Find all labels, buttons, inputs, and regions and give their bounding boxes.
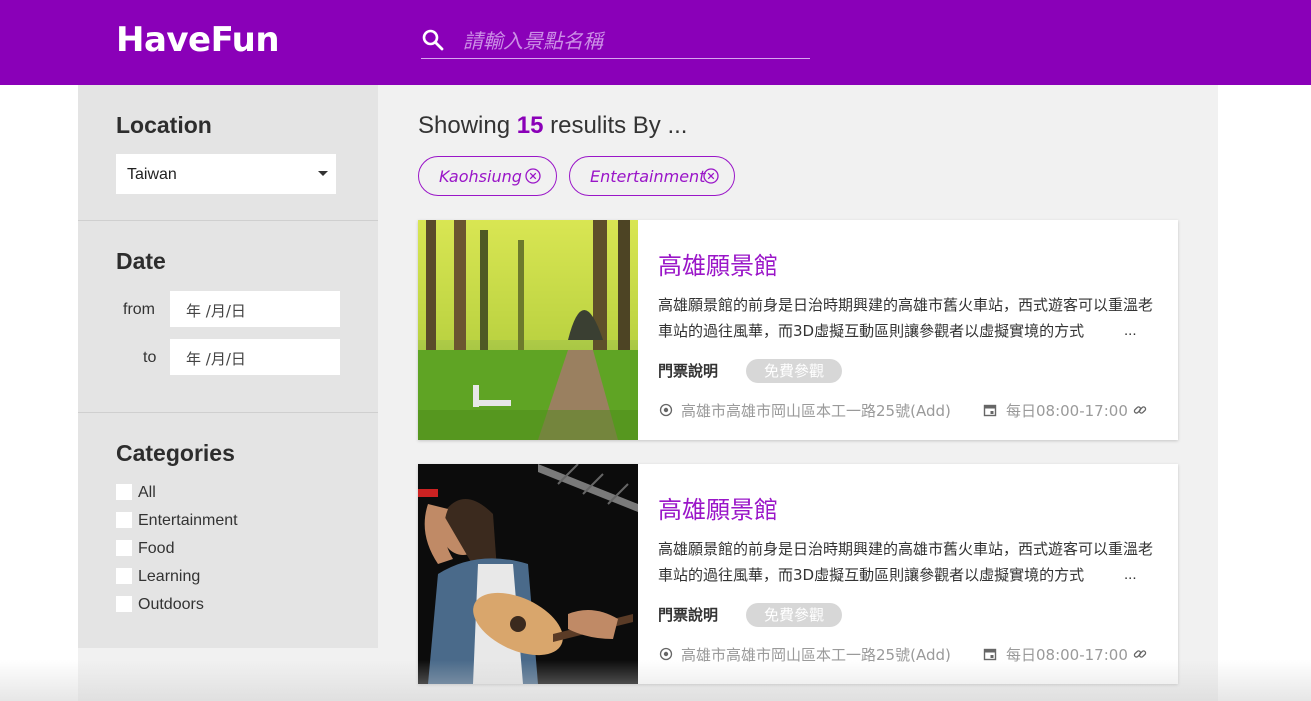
search-input[interactable] (461, 26, 805, 56)
checkbox[interactable] (116, 596, 132, 612)
location-pin-icon (659, 647, 673, 661)
card-description-ellipsis: ... (1120, 562, 1137, 588)
date-to-input[interactable]: 年 /月/日 (170, 339, 340, 375)
location-select-value: Taiwan (127, 166, 177, 183)
card-hours: 每日08:00-17:00 (1006, 646, 1128, 664)
checkbox[interactable] (116, 484, 132, 500)
card-description: 高雄願景館的前身是日治時期興建的高雄市舊火車站，西式遊客可以重溫老車站的過往風華… (658, 540, 1154, 584)
ticket-label: 門票說明 (658, 606, 719, 624)
forest-park-photo (418, 220, 638, 440)
category-label: All (138, 484, 156, 501)
filter-sidebar: Location Taiwan Date from 年 /月/日 to 年 /月… (78, 85, 378, 648)
results-summary: Showing 15 resulits By ... (418, 112, 687, 140)
logo[interactable]: HaveFun (116, 20, 280, 60)
date-to-label: to (143, 349, 157, 366)
search-bar[interactable] (421, 24, 810, 59)
search-icon[interactable] (421, 28, 445, 52)
ticket-badge: 免費參觀 (746, 359, 842, 383)
date-section: Date from 年 /月/日 to 年 /月/日 (78, 221, 378, 412)
ticket-label: 門票說明 (658, 362, 719, 380)
date-title: Date (116, 248, 166, 274)
filter-chip-kaohsiung[interactable]: Kaohsiung (418, 156, 557, 196)
categories-title: Categories (116, 440, 235, 466)
card-image[interactable] (418, 464, 638, 684)
card-title[interactable]: 高雄願景館 (658, 490, 778, 525)
card-description-ellipsis: ... (1120, 318, 1137, 344)
card-description: 高雄願景館的前身是日治時期興建的高雄市舊火車站，西式遊客可以重溫老車站的過往風華… (658, 296, 1154, 340)
chip-label: Kaohsiung (439, 167, 522, 186)
location-section: Location Taiwan (78, 85, 378, 220)
category-label: Outdoors (138, 596, 204, 613)
result-card[interactable]: 高雄願景館 高雄願景館的前身是日治時期興建的高雄市舊火車站，西式遊客可以重溫老車… (418, 220, 1178, 440)
calendar-icon (983, 404, 997, 417)
top-header: HaveFun (0, 0, 1311, 85)
location-pin-icon (659, 403, 673, 417)
category-label: Learning (138, 568, 201, 585)
concert-singer-photo (418, 464, 638, 684)
category-label: Entertainment (138, 512, 238, 529)
checkbox[interactable] (116, 540, 132, 556)
checkbox[interactable] (116, 512, 132, 528)
close-circle-icon[interactable] (703, 168, 719, 184)
card-image[interactable] (418, 220, 638, 440)
card-address: 高雄市高雄市岡山區本工一路25號(Add) (681, 402, 951, 420)
chip-label: Entertainment (590, 167, 706, 186)
date-from-input[interactable]: 年 /月/日 (170, 291, 340, 327)
card-title[interactable]: 高雄願景館 (658, 246, 778, 281)
filter-chip-entertainment[interactable]: Entertainment (569, 156, 735, 196)
location-title: Location (116, 112, 212, 138)
card-hours: 每日08:00-17:00 (1006, 402, 1128, 420)
results-count: 15 (516, 112, 544, 139)
category-label: Food (138, 540, 175, 557)
location-select[interactable]: Taiwan (116, 154, 336, 194)
close-circle-icon[interactable] (525, 168, 541, 184)
ticket-badge: 免費參觀 (746, 603, 842, 627)
date-from-label: from (123, 301, 155, 318)
link-icon[interactable] (1133, 403, 1147, 417)
results-prefix: Showing (418, 112, 517, 139)
chevron-down-icon (318, 171, 328, 176)
categories-section: Categories All Entertainment Food Learni… (78, 413, 378, 648)
checkbox[interactable] (116, 568, 132, 584)
calendar-icon (983, 648, 997, 661)
card-address: 高雄市高雄市岡山區本工一路25號(Add) (681, 646, 951, 664)
result-card[interactable]: 高雄願景館 高雄願景館的前身是日治時期興建的高雄市舊火車站，西式遊客可以重溫老車… (418, 464, 1178, 684)
link-icon[interactable] (1133, 647, 1147, 661)
results-suffix: resulits By ... (543, 112, 688, 139)
